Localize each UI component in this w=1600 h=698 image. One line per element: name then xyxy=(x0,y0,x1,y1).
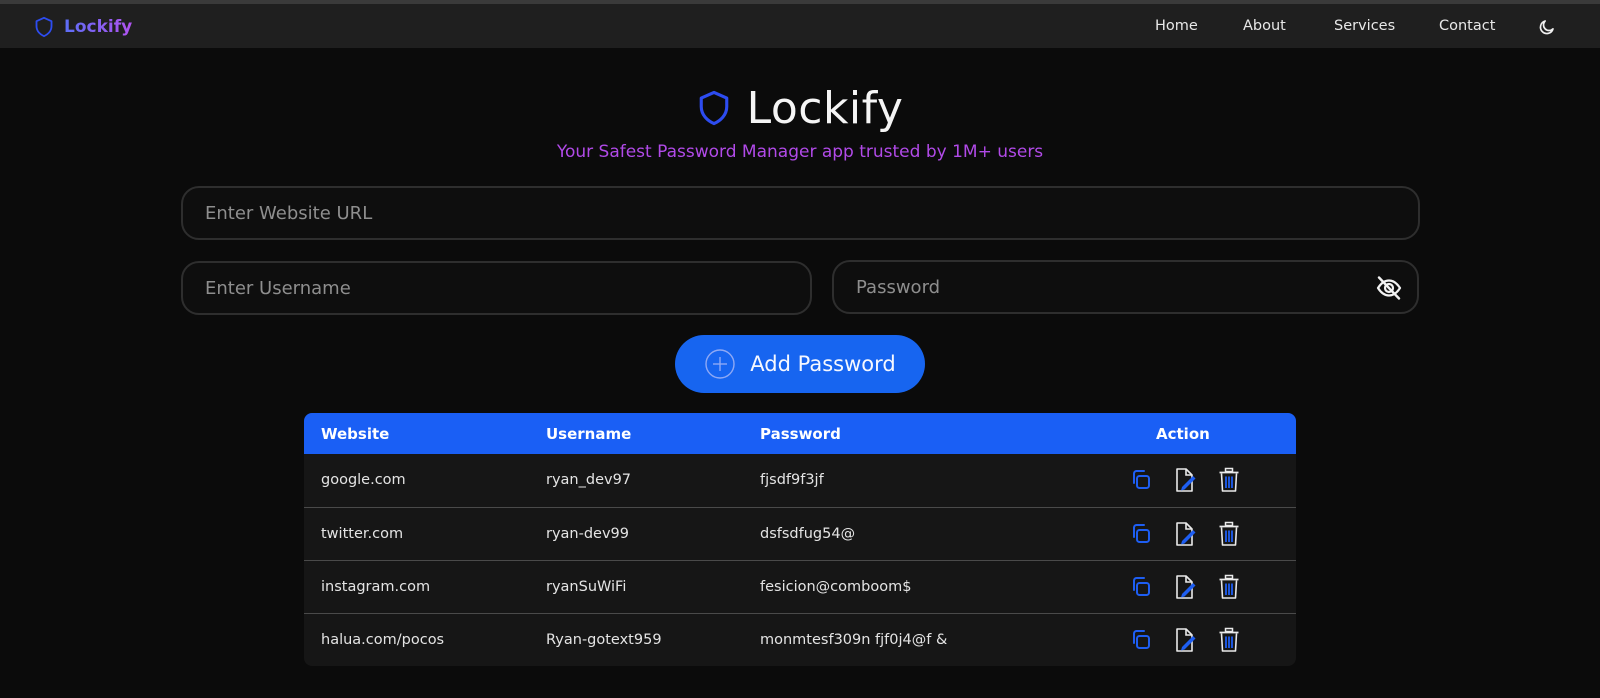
moon-icon[interactable] xyxy=(1538,18,1556,36)
copy-icon[interactable] xyxy=(1128,574,1154,600)
cell-website: halua.com/pocos xyxy=(321,632,445,648)
edit-icon[interactable] xyxy=(1172,521,1198,547)
edit-icon[interactable] xyxy=(1172,467,1198,493)
header-username: Username xyxy=(546,425,632,443)
nav-contact[interactable]: Contact xyxy=(1439,18,1495,34)
cell-password: fjsdf9f3jf xyxy=(760,472,824,488)
header-password: Password xyxy=(760,425,841,443)
cell-password: fesicion@comboom$ xyxy=(760,579,912,595)
brand-name: Lockify xyxy=(64,17,133,37)
passwords-table: Website Username Password Action google.… xyxy=(304,413,1296,666)
cell-username: ryanSuWiFi xyxy=(546,579,627,595)
cell-website: google.com xyxy=(321,472,406,488)
table-header: Website Username Password Action xyxy=(304,413,1296,454)
navbar: Lockify Home About Services Contact xyxy=(0,4,1600,48)
copy-icon[interactable] xyxy=(1128,627,1154,653)
edit-icon[interactable] xyxy=(1172,627,1198,653)
row-actions xyxy=(1128,521,1242,547)
cell-password: dsfsdfug54@ xyxy=(760,526,856,542)
header-action: Action xyxy=(1156,425,1210,443)
hero-title-text: Lockify xyxy=(746,82,904,134)
table-row: halua.com/pocos Ryan-gotext959 monmtesf309… xyxy=(304,613,1296,666)
eye-off-icon[interactable] xyxy=(1375,274,1403,302)
copy-icon[interactable] xyxy=(1128,467,1154,493)
delete-icon[interactable] xyxy=(1216,574,1242,600)
nav-about[interactable]: About xyxy=(1243,18,1286,34)
table-row: google.com ryan_dev97 fjsdf9f3jf xyxy=(304,454,1296,507)
row-actions xyxy=(1128,627,1242,653)
cell-username: ryan_dev97 xyxy=(546,472,632,488)
shield-icon xyxy=(35,16,53,38)
shield-icon xyxy=(699,90,728,126)
row-actions xyxy=(1128,574,1242,600)
cell-website: twitter.com xyxy=(321,526,404,542)
table-row: instagram.com ryanSuWiFi fesicion@comboom$ xyxy=(304,560,1296,613)
delete-icon[interactable] xyxy=(1216,521,1242,547)
username-input[interactable] xyxy=(181,261,812,315)
cell-username: ryan-dev99 xyxy=(546,526,630,542)
website-url-input[interactable] xyxy=(181,186,1420,240)
cell-password: monmtesf309n fjf0j4@f & xyxy=(760,632,948,648)
nav-home[interactable]: Home xyxy=(1155,18,1198,34)
header-website: Website xyxy=(321,425,390,443)
delete-icon[interactable] xyxy=(1216,627,1242,653)
add-password-button[interactable]: Add Password xyxy=(675,335,925,393)
cell-username: Ryan-gotext959 xyxy=(546,632,662,648)
edit-icon[interactable] xyxy=(1172,574,1198,600)
password-input[interactable] xyxy=(832,260,1419,314)
cell-website: instagram.com xyxy=(321,579,431,595)
hero-title: Lockify xyxy=(0,78,1600,138)
delete-icon[interactable] xyxy=(1216,467,1242,493)
nav-services[interactable]: Services xyxy=(1334,18,1395,34)
add-password-label: Add Password xyxy=(750,352,896,376)
plus-circle-icon xyxy=(705,349,735,379)
copy-icon[interactable] xyxy=(1128,521,1154,547)
row-actions xyxy=(1128,467,1242,493)
table-row: twitter.com ryan-dev99 dsfsdfug54@ xyxy=(304,507,1296,560)
brand[interactable]: Lockify xyxy=(34,14,132,40)
tagline: Your Safest Password Manager app trusted… xyxy=(556,142,1044,162)
